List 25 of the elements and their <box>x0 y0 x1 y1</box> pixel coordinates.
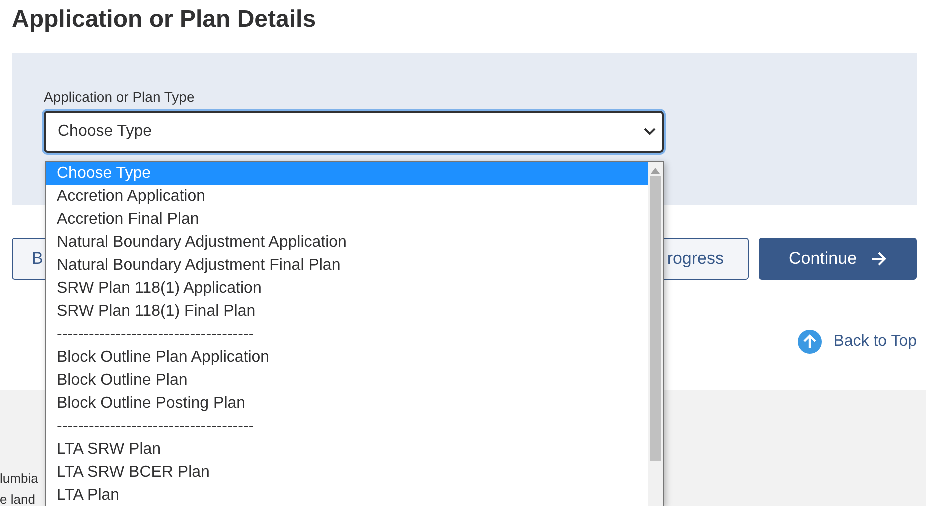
dropdown-option[interactable]: Block Outline Plan <box>46 369 648 392</box>
dropdown-option[interactable]: LTA SRW BCER Plan <box>46 461 648 484</box>
scrollbar[interactable] <box>648 162 663 506</box>
arrow-right-icon <box>871 252 888 266</box>
field-label: Application or Plan Type <box>44 89 196 105</box>
scroll-thumb[interactable] <box>650 176 661 461</box>
dropdown-option[interactable]: SRW Plan 118(1) Application <box>46 277 648 300</box>
footer-text: e land <box>0 491 36 506</box>
back-to-top-link[interactable]: Back to Top <box>798 330 917 354</box>
chevron-icon <box>644 128 656 136</box>
scroll-up-icon <box>651 168 660 174</box>
continue-button[interactable]: Continue <box>759 238 917 280</box>
page-title: Application or Plan Details <box>11 5 318 35</box>
type-select[interactable]: Choose Type <box>44 111 664 153</box>
dropdown-option[interactable]: Accretion Final Plan <box>46 208 648 231</box>
dropdown-option[interactable]: SRW Plan 118(1) Final Plan <box>46 300 648 323</box>
dropdown-option[interactable]: LTA Plan <box>46 484 648 506</box>
dropdown-option[interactable]: LTA SRW Plan <box>46 438 648 461</box>
dropdown-option[interactable]: ------------------------------------- <box>46 323 648 346</box>
dropdown-option[interactable]: Accretion Application <box>46 185 648 208</box>
dropdown-option[interactable]: Block Outline Posting Plan <box>46 392 648 415</box>
dropdown-option[interactable]: Block Outline Plan Application <box>46 346 648 369</box>
footer-text: lumbia <box>0 470 38 488</box>
dropdown-option[interactable]: ------------------------------------- <box>46 415 648 438</box>
arrow-up-icon <box>798 330 822 354</box>
